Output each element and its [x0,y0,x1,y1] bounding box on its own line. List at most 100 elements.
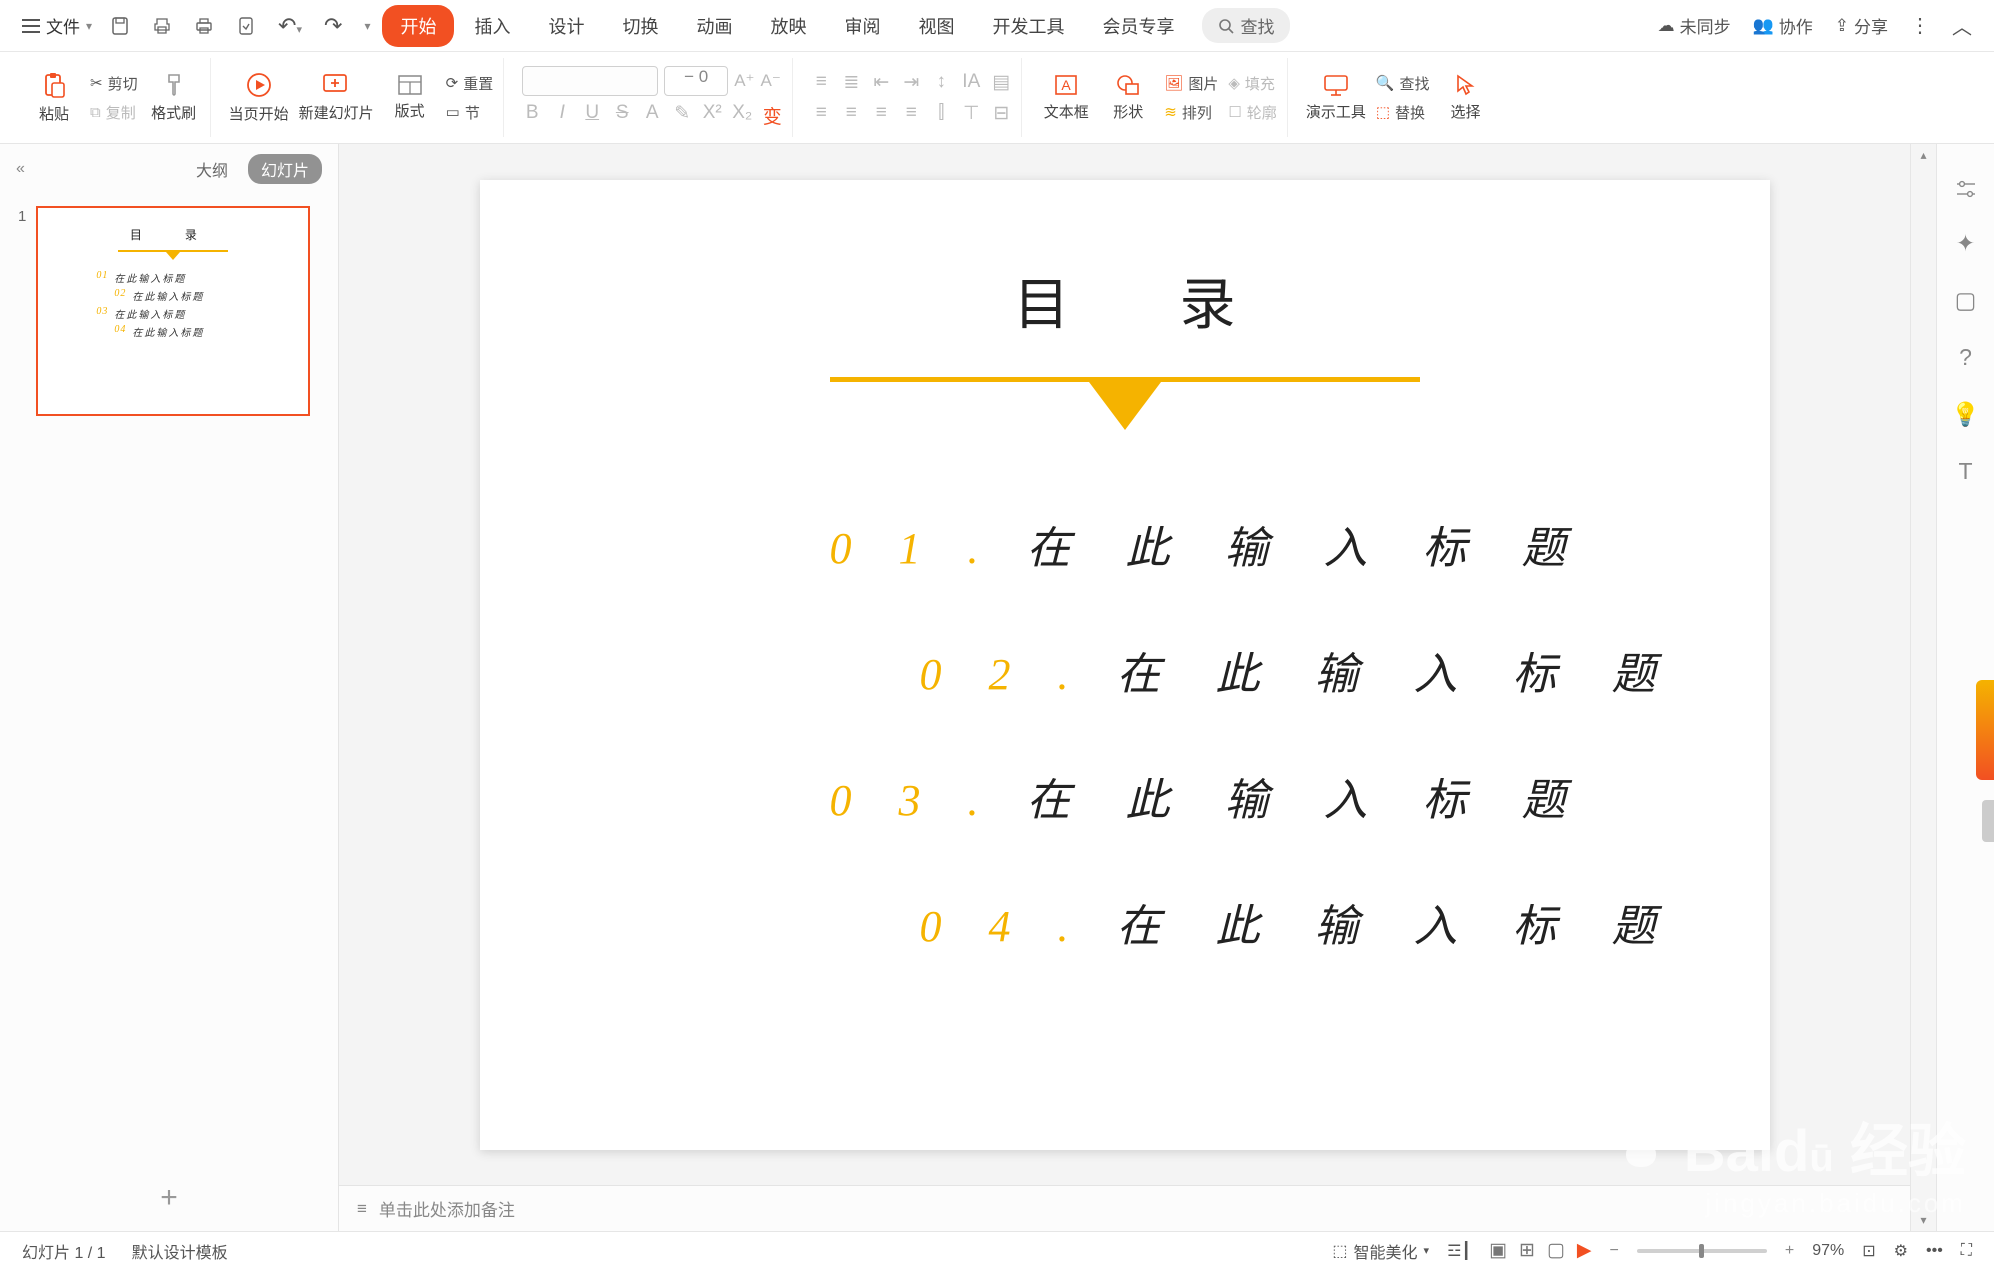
print-icon[interactable] [194,16,214,36]
new-slide-button[interactable]: 新建幻灯片 [299,72,374,123]
tab-slideshow[interactable]: 放映 [752,5,824,47]
cloud-side-tab[interactable] [1976,680,1994,780]
subscript-icon[interactable]: X₂ [732,102,752,129]
tab-view[interactable]: 视图 [900,5,972,47]
line-spacing-icon[interactable]: ↕ [931,71,951,94]
zoom-in-button[interactable]: + [1785,1242,1794,1260]
slides-tab[interactable]: 幻灯片 [248,154,322,184]
columns-icon[interactable]: ▤ [991,71,1011,94]
fill-button[interactable]: ◈填充 [1228,73,1276,94]
settings-icon[interactable]: ⚙ [1894,1241,1908,1261]
textbox-button[interactable]: A 文本框 [1040,73,1092,122]
slideshow-view-icon[interactable]: ▶ [1577,1239,1592,1262]
font-color-icon[interactable]: A [642,102,662,129]
convert-icon[interactable]: 变 [762,102,782,129]
align-center-icon[interactable]: ≡ [841,102,861,125]
italic-icon[interactable]: I [552,102,572,129]
reset-button[interactable]: ⟳重置 [446,73,494,94]
tab-member[interactable]: 会员专享 [1084,5,1192,47]
status-more-icon[interactable]: ••• [1926,1242,1943,1260]
arrange-button[interactable]: ≋排列 [1164,102,1218,123]
scroll-up-icon[interactable]: ▴ [1911,148,1936,162]
indent-decrease-icon[interactable]: ⇤ [871,71,891,94]
expand-icon[interactable]: ⛶ [1961,1242,1972,1260]
cut-button[interactable]: ✂剪切 [90,73,138,94]
notes-bar[interactable]: ≡ 单击此处添加备注 [339,1185,1910,1231]
file-menu[interactable]: 文件 ▾ [22,13,92,38]
zoom-label[interactable]: 97% [1812,1242,1844,1260]
fit-icon[interactable]: ⊡ [1862,1241,1875,1261]
font-increase-icon[interactable]: A⁺ [734,71,754,91]
font-decrease-icon[interactable]: A⁻ [761,71,781,91]
tab-start[interactable]: 开始 [382,5,454,47]
distribute-icon[interactable]: ⫿ [931,102,951,125]
numbering-icon[interactable]: ≣ [841,71,861,94]
toc-item-1[interactable]: 0 1 . 在 此 输 入 标 题 [830,512,1710,576]
help-icon[interactable]: ? [1959,344,1972,371]
align-right-icon[interactable]: ≡ [871,102,891,125]
align-top-icon[interactable]: ⊤ [961,102,981,125]
text-direction-icon[interactable]: IA [961,71,981,94]
add-slide-button[interactable]: + [0,1165,338,1231]
replace-button[interactable]: ⬚替换 [1376,102,1430,123]
share-button[interactable]: ⇪ 分享 [1835,13,1888,38]
doc-icon[interactable] [236,16,256,36]
slide-canvas[interactable]: 目录 0 1 . 在 此 输 入 标 题 0 2 . 在 此 输 入 标 题 0… [480,180,1770,1150]
collapse-panel-button[interactable]: « [16,160,25,178]
shape-button[interactable]: 形状 [1102,73,1154,122]
slide-icon[interactable]: ▢ [1955,287,1977,314]
font-family-select[interactable] [522,66,658,96]
bold-icon[interactable]: B [522,102,542,129]
unsync-button[interactable]: ☁ 未同步 [1658,13,1731,38]
redo-icon[interactable]: ↷ [324,13,342,39]
font-size-input[interactable]: − 0 [664,66,728,96]
copy-button[interactable]: ⧉复制 [90,102,138,123]
toc-item-3[interactable]: 0 3 . 在 此 输 入 标 题 [830,764,1710,828]
paste-button[interactable]: 粘贴 [28,71,80,124]
tab-transition[interactable]: 切换 [604,5,676,47]
beautify-button[interactable]: ⬚ 智能美化 ▾ [1332,1239,1429,1263]
zoom-out-button[interactable]: − [1610,1242,1619,1260]
sparkle-icon[interactable]: ✦ [1956,230,1975,257]
sorter-view-icon[interactable]: ⊞ [1519,1239,1535,1262]
collab-button[interactable]: 👥 协作 [1753,13,1813,38]
underline-icon[interactable]: U [582,102,602,129]
superscript-icon[interactable]: X² [702,102,722,129]
tab-design[interactable]: 设计 [530,5,602,47]
format-painter-button[interactable]: 格式刷 [148,72,200,123]
save-icon[interactable] [110,16,130,36]
toc-item-4[interactable]: 0 4 . 在 此 输 入 标 题 [920,890,1710,954]
indent-increase-icon[interactable]: ⇥ [901,71,921,94]
outline-tab[interactable]: 大纲 [196,157,228,181]
page-start-button[interactable]: 当页开始 [229,71,289,124]
tab-insert[interactable]: 插入 [456,5,528,47]
tab-devtools[interactable]: 开发工具 [974,5,1082,47]
reading-view-icon[interactable]: ▢ [1547,1239,1565,1262]
zoom-slider[interactable] [1637,1249,1767,1253]
demo-tools-button[interactable]: 演示工具 [1306,73,1366,122]
picture-button[interactable]: 🖼图片 [1164,73,1218,94]
find-button[interactable]: 🔍查找 [1376,73,1430,94]
undo-icon[interactable]: ↶▾ [278,13,302,39]
normal-view-icon[interactable]: ▣ [1489,1239,1507,1262]
more-icon[interactable]: ⋮ [1910,13,1930,38]
tab-review[interactable]: 审阅 [826,5,898,47]
text-tool-icon[interactable]: T [1958,458,1972,485]
vertical-scrollbar[interactable]: ▴ ▾ [1910,144,1936,1231]
align-justify-icon[interactable]: ≡ [901,102,921,125]
bulb-icon[interactable]: 💡 [1951,401,1980,428]
scroll-down-icon[interactable]: ▾ [1911,1213,1936,1227]
layout-button[interactable]: 版式 [384,74,436,121]
toc-item-2[interactable]: 0 2 . 在 此 输 入 标 题 [920,638,1710,702]
tab-animation[interactable]: 动画 [678,5,750,47]
align-middle-icon[interactable]: ⊟ [991,102,1011,125]
print-preview-icon[interactable] [152,16,172,36]
strike-icon[interactable]: S [612,102,632,129]
outline-button[interactable]: ☐轮廓 [1228,102,1276,123]
highlight-icon[interactable]: ✎ [672,102,692,129]
align-left-icon[interactable]: ≡ [811,102,831,125]
search-box[interactable]: 查找 [1202,8,1290,43]
gray-side-tab[interactable] [1982,800,1994,842]
section-button[interactable]: ▭节 [446,102,494,123]
notes-toggle-icon[interactable]: ☲┃ [1447,1241,1471,1261]
